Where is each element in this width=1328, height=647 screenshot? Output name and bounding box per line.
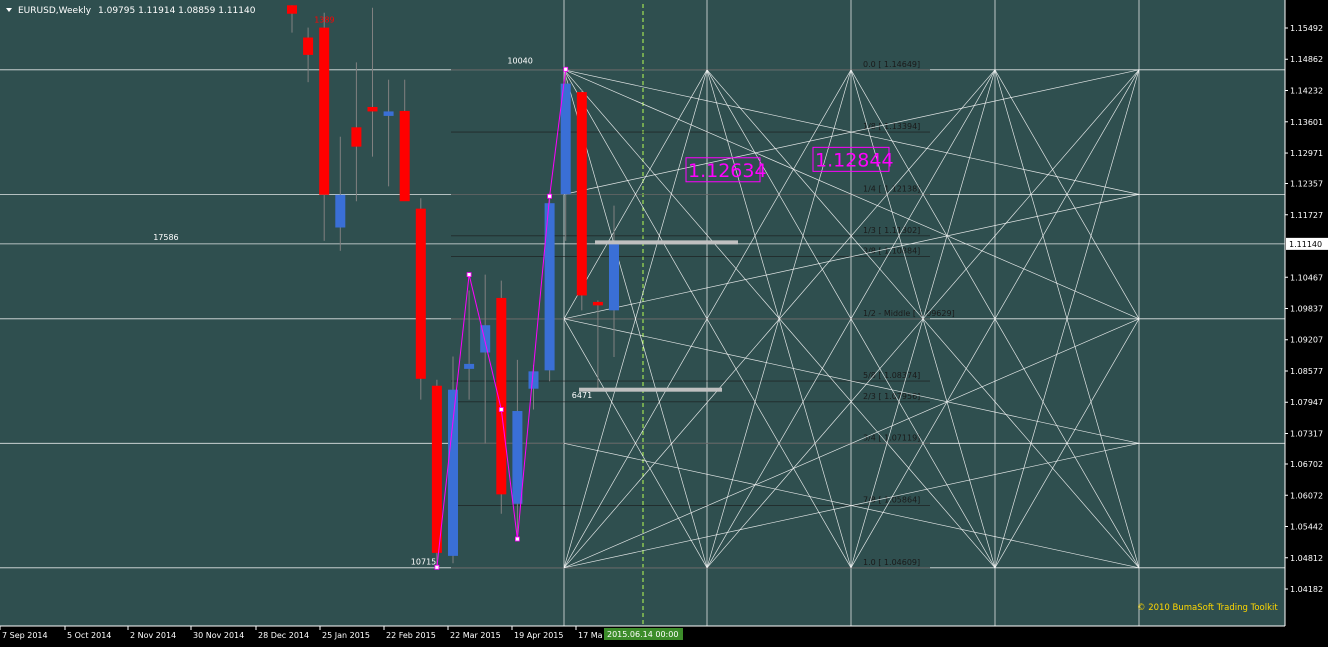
- candle-bear: [367, 106, 378, 112]
- time-axis-label: 22 Feb 2015: [386, 631, 436, 640]
- time-axis-label: 30 Nov 2014: [193, 631, 244, 640]
- price-axis-label: 1.06702: [1290, 460, 1323, 469]
- time-axis-label: 2 Nov 2014: [130, 631, 176, 640]
- candle-bull: [383, 111, 394, 116]
- price-axis-label: 1.07947: [1290, 398, 1323, 407]
- time-axis-label: 19 Apr 2015: [514, 631, 563, 640]
- price-axis-label: 1.05442: [1290, 523, 1323, 532]
- price-axis-label: 1.14232: [1290, 86, 1323, 95]
- volume-annotation: 10715: [411, 557, 436, 566]
- zigzag-point: [515, 536, 520, 542]
- zigzag-point: [563, 66, 569, 72]
- price-axis-label: 1.09837: [1290, 305, 1323, 314]
- time-axis-label: 25 Jan 2015: [322, 631, 370, 640]
- price-axis-label: 1.15492: [1290, 24, 1323, 33]
- price-chart[interactable]: 0.0 [ 1.14649]1/8 [ 1.13394]1/4 [ 1.1213…: [0, 0, 1328, 643]
- ohlc-values: 1.09795 1.11914 1.08859 1.11140: [98, 6, 256, 16]
- date-marker-label: 2015.06.14 00:00: [607, 630, 678, 639]
- candle-bear: [351, 127, 362, 147]
- zigzag-point: [547, 193, 552, 199]
- fibo-level-label: 0.0 [ 1.14649]: [863, 60, 920, 69]
- fibo-level-label: 1/3 [ 1.11302]: [863, 226, 920, 235]
- volume-annotation: 1389: [314, 16, 334, 25]
- candle-bear: [399, 110, 410, 202]
- time-axis-label: 28 Dec 2014: [258, 631, 309, 640]
- zigzag-point: [466, 272, 472, 278]
- candle-bull: [464, 363, 475, 369]
- price-axis-label: 1.14862: [1290, 55, 1323, 64]
- fibo-level-label: 1/2 - Middle [ 1.09629]: [863, 309, 955, 318]
- candle-bull: [335, 194, 346, 228]
- copyright-text: © 2010 BumaSoft Trading Toolkit: [1137, 603, 1278, 613]
- price-axis-label: 1.07317: [1290, 429, 1323, 438]
- candle-bull: [528, 371, 539, 389]
- price-axis-label: 1.09207: [1290, 336, 1323, 345]
- time-axis-label: 17 Ma: [578, 631, 603, 640]
- volume-annotation: 6471: [572, 391, 592, 400]
- price-axis-label: 1.12971: [1290, 149, 1323, 158]
- candle-bull: [512, 411, 523, 504]
- candle-bear: [287, 5, 297, 14]
- zigzag-point: [498, 407, 504, 412]
- price-axis-label: 1.13601: [1290, 118, 1323, 127]
- price-axis: [1285, 0, 1328, 643]
- time-axis-label: 22 Mar 2015: [450, 631, 501, 640]
- price-axis-label: 1.12357: [1290, 180, 1323, 189]
- candle-bear: [576, 92, 587, 296]
- price-axis-label: 1.10467: [1290, 273, 1323, 282]
- support-bar: [579, 387, 722, 392]
- price-label-text: 1.12634: [688, 160, 767, 182]
- fibo-level-label: 1.0 [ 1.04609]: [863, 558, 920, 567]
- time-axis-label: 5 Oct 2014: [67, 631, 111, 640]
- fibo-level-label: 2/3 [ 1.07956]: [863, 392, 920, 401]
- chart-title: EURUSD,Weekly: [18, 6, 92, 16]
- candle-bear: [319, 27, 330, 195]
- price-axis-label: 1.06072: [1290, 491, 1323, 500]
- chart-window[interactable]: 0.0 [ 1.14649]1/8 [ 1.13394]1/4 [ 1.1213…: [0, 0, 1328, 643]
- fibo-level-label: 5/8 [ 1.08374]: [863, 371, 920, 380]
- candle-bull: [609, 243, 619, 311]
- candle-bull: [448, 389, 458, 556]
- candle-bear: [592, 301, 603, 306]
- resistance-bar: [595, 240, 738, 245]
- price-axis-label: 1.11727: [1290, 211, 1323, 220]
- current-price-label: 1.11140: [1289, 240, 1322, 249]
- time-axis-label: 7 Sep 2014: [2, 631, 48, 640]
- candle-bear: [415, 208, 426, 379]
- price-axis-label: 1.04812: [1290, 554, 1323, 563]
- volume-annotation: 10040: [507, 56, 532, 65]
- candle-bear: [431, 385, 442, 553]
- price-axis-label: 1.08577: [1290, 367, 1323, 376]
- price-axis-label: 1.04182: [1290, 585, 1323, 594]
- candle-bear: [303, 37, 314, 55]
- volume-annotation: 17586: [153, 233, 178, 242]
- price-label-text: 1.12844: [815, 149, 894, 171]
